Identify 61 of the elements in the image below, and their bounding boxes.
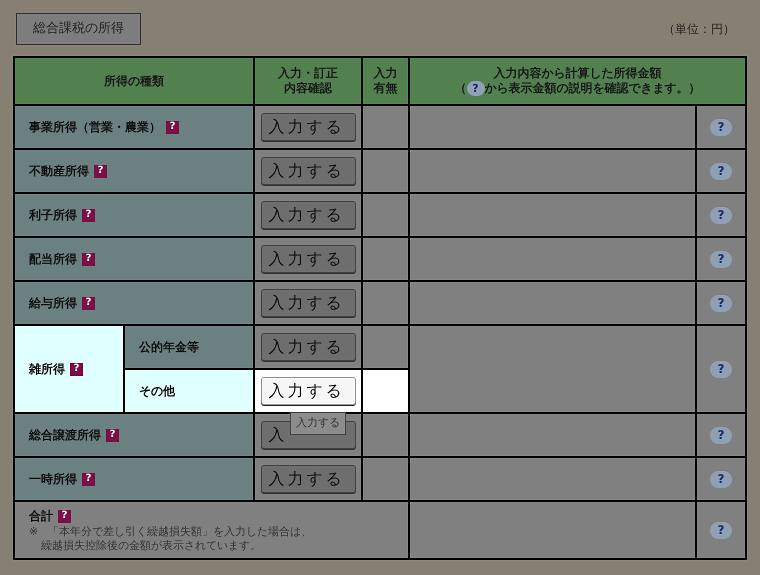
input-button[interactable]: 入力する [260,245,356,273]
help-icon[interactable]: ? [82,296,95,310]
status-cell [363,326,408,368]
row-label: 合計 [29,508,53,525]
note-text: 「本年分で差し引く繰越損失額」を入力した場合は、 [48,525,312,539]
row-label: 総合譲渡所得 [29,427,101,444]
status-cell [363,370,408,412]
status-cell [363,106,408,148]
input-button[interactable]: 入力する [260,113,356,141]
note-mark: ※ [29,525,38,539]
info-bubble-icon[interactable]: ? [710,294,732,312]
status-cell [363,414,408,456]
help-icon[interactable]: ? [70,362,83,376]
input-button[interactable]: 入力する [260,333,356,361]
help-icon[interactable]: ? [58,510,71,522]
note-text: 繰越損失控除後の金額が表示されています。 [40,539,262,553]
row-label: 不動産所得 [29,163,89,180]
column-header: 所得の種類 [104,74,164,88]
help-icon[interactable]: ? [94,164,107,178]
info-bubble-icon[interactable]: ? [710,522,732,538]
row-label: 利子所得 [29,207,77,224]
row-label: 給与所得 [29,295,77,312]
column-header: 内容確認 [284,81,332,96]
status-cell [363,238,408,280]
row-label: 雑所得 [29,361,65,378]
info-bubble-icon[interactable]: ? [710,206,732,224]
row-label: 事業所得（営業・農業） [29,119,161,136]
info-bubble-icon[interactable]: ? [710,360,732,378]
info-bubble-icon[interactable]: ? [710,118,732,136]
status-cell [363,194,408,236]
unit-label: （単位：円） [663,21,735,38]
info-bubble-icon[interactable]: ? [710,470,732,488]
help-icon[interactable]: ? [82,472,95,486]
column-header: 有無 [374,81,398,96]
info-bubble-icon[interactable]: ? [466,81,484,96]
input-button[interactable]: 入力する [260,157,356,185]
column-header: 入力・訂正 [278,66,338,81]
input-button[interactable]: 入力する [260,465,356,493]
row-label: 配当所得 [29,251,77,268]
help-icon[interactable]: ? [82,252,95,266]
info-bubble-icon[interactable]: ? [710,426,732,444]
section-tab[interactable]: 総合課税の所得 [16,13,141,45]
help-icon[interactable]: ? [166,120,179,134]
help-icon[interactable]: ? [82,208,95,222]
column-header: から表示金額の説明を確認できます。） [484,81,700,96]
tooltip: 入力する [290,412,346,434]
info-bubble-icon[interactable]: ? [710,162,732,180]
status-cell [363,282,408,324]
column-header: （ [454,81,466,96]
help-icon[interactable]: ? [106,428,119,442]
info-bubble-icon[interactable]: ? [710,250,732,268]
input-button[interactable]: 入力する [260,201,356,229]
status-cell [363,150,408,192]
row-label: その他 [139,383,175,400]
input-button[interactable]: 入力する [260,289,356,317]
column-header: 入力内容から計算した所得金額 [494,66,662,81]
row-label: 一時所得 [29,471,77,488]
row-label: 公的年金等 [139,339,199,356]
input-button[interactable]: 入力する [260,377,356,405]
column-header: 入力 [374,66,398,81]
status-cell [363,458,408,500]
